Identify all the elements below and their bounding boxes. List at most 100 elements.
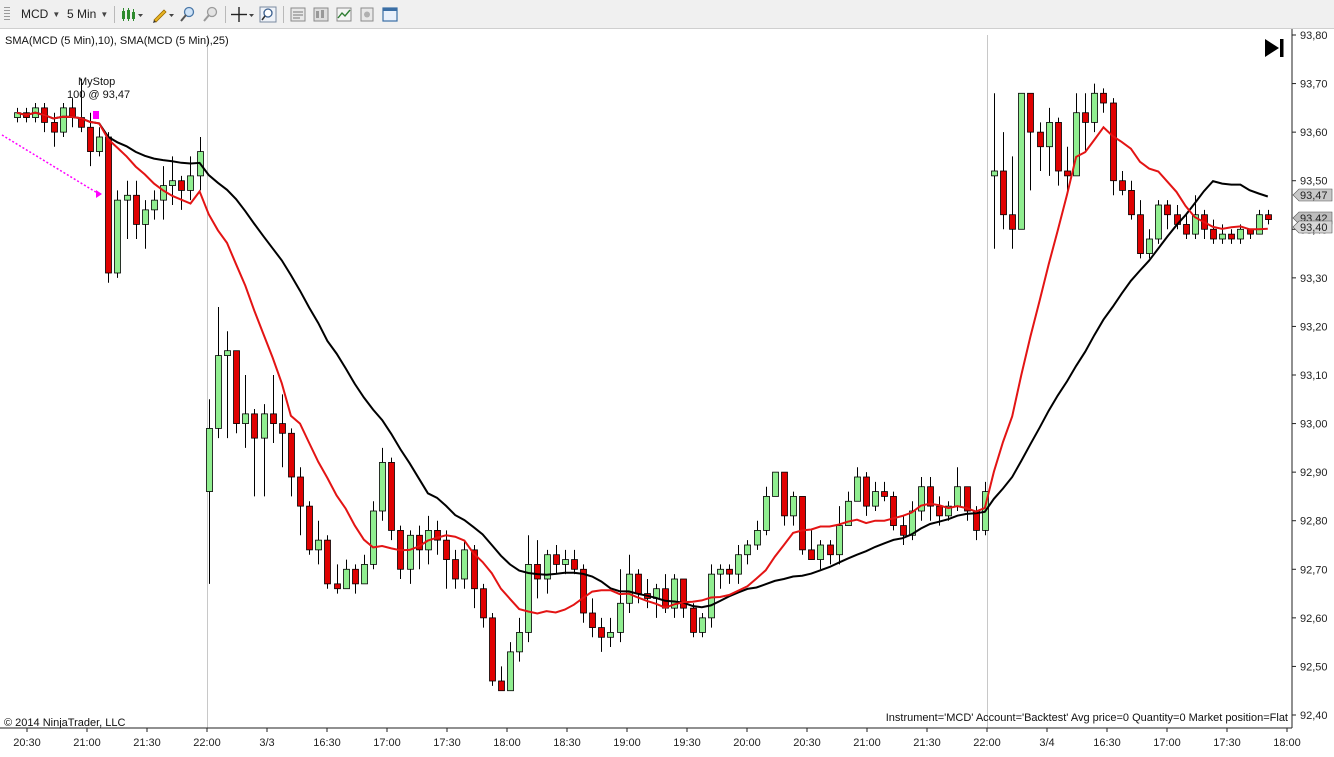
time-tick-label: 21:30 — [913, 737, 941, 749]
skip-to-end-button[interactable] — [1262, 37, 1286, 59]
time-tick-label: 17:00 — [1153, 737, 1181, 749]
candle-body — [516, 632, 523, 653]
magnifier-button[interactable] — [258, 5, 278, 24]
time-tick-label: 21:00 — [853, 737, 881, 749]
interval-label: 5 Min — [67, 7, 97, 21]
candle-body — [735, 554, 742, 575]
candle-body — [124, 194, 131, 201]
zoom-out-button[interactable] — [201, 5, 221, 24]
price-tick-label: 93,70 — [1300, 79, 1328, 91]
candle-body — [233, 350, 240, 424]
candle-body — [662, 588, 669, 609]
crosshair-button[interactable] — [230, 5, 256, 24]
candle-body — [799, 496, 806, 551]
candle — [105, 132, 112, 283]
candle-body — [114, 199, 121, 274]
window-linking-button[interactable] — [380, 5, 400, 24]
candle-body — [553, 554, 560, 565]
candle-body — [1137, 214, 1144, 254]
price-badge-label: 93,40 — [1300, 222, 1328, 234]
instrument-label: MCD — [21, 7, 49, 21]
candle-body — [1164, 204, 1171, 216]
price-tick-label: 92,70 — [1300, 564, 1328, 576]
candle-body — [51, 122, 58, 133]
price-tick-label: 93,60 — [1300, 127, 1328, 139]
chevron-down-icon: ▼ — [100, 10, 109, 19]
indicator-label: SMA(MCD (5 Min),10), SMA(MCD (5 Min),25) — [5, 35, 229, 47]
time-tick-label: 22:00 — [193, 737, 221, 749]
price-tick-label: 93,00 — [1300, 419, 1328, 431]
bar-type-button[interactable] — [119, 5, 145, 24]
magnifier-icon — [259, 6, 277, 23]
candle-body — [744, 544, 751, 556]
candle-body — [836, 525, 843, 556]
bar-type-icon — [122, 8, 143, 21]
time-tick-label: 18:00 — [1273, 737, 1301, 749]
candle-body — [991, 170, 998, 177]
zoom-in-button[interactable] — [178, 5, 198, 24]
candle-body — [1183, 224, 1190, 235]
candle — [890, 491, 897, 531]
candle — [114, 190, 121, 278]
candle-body — [1082, 112, 1089, 123]
candle-body — [525, 564, 532, 633]
candle-body — [315, 539, 322, 551]
price-chart[interactable]: 93,80 93,70 93,60 93,50 93,40 93,30 93,20 93,10… — [0, 29, 1334, 757]
toolbar-divider — [283, 6, 284, 23]
instrument-selector[interactable]: MCD ▼ — [21, 5, 60, 24]
price-tick-label: 93,30 — [1300, 273, 1328, 285]
candle-body — [936, 505, 943, 517]
candle-body — [1046, 122, 1053, 148]
status-text: Instrument='MCD' Account='Backtest' Avg … — [886, 712, 1288, 724]
candle-body — [60, 107, 67, 133]
data-box-icon — [313, 7, 329, 22]
candle — [60, 103, 67, 137]
toolbar-grip[interactable] — [4, 7, 10, 21]
time-tick-label: 21:30 — [133, 737, 161, 749]
indicators-button[interactable] — [334, 5, 354, 24]
candle-body — [1265, 214, 1272, 220]
candle — [799, 496, 806, 555]
strategies-button[interactable] — [357, 5, 377, 24]
candle-body — [1237, 228, 1244, 240]
candle-body — [872, 491, 879, 507]
candle — [1018, 92, 1025, 230]
candle-body — [215, 355, 222, 429]
candle-body — [854, 476, 861, 502]
candle-body — [763, 496, 770, 531]
data-box-button[interactable] — [311, 5, 331, 24]
time-tick-label: 17:00 — [373, 737, 401, 749]
properties-icon — [290, 7, 306, 22]
candle-body — [1219, 233, 1226, 240]
price-tick-label: 92,40 — [1300, 710, 1328, 722]
candle-body — [242, 413, 249, 424]
toolbar-divider — [114, 6, 115, 23]
chevron-down-icon: ▼ — [52, 10, 61, 19]
candle-body — [206, 428, 213, 492]
time-tick-label: 19:30 — [673, 737, 701, 749]
candle-body — [754, 530, 761, 546]
candle-body — [1000, 170, 1007, 216]
candle — [388, 457, 395, 541]
candle — [1155, 200, 1162, 244]
candle-body — [699, 617, 706, 633]
candle-body — [370, 510, 377, 565]
properties-button[interactable] — [288, 5, 308, 24]
zoom-in-icon — [180, 6, 195, 22]
time-tick-label: 3/4 — [1039, 737, 1054, 749]
candle-body — [690, 607, 697, 633]
price-tick-label: 92,80 — [1300, 516, 1328, 528]
candle-body — [562, 559, 569, 565]
candle — [370, 501, 377, 570]
candle-body — [1119, 180, 1126, 191]
interval-selector[interactable]: 5 Min ▼ — [67, 5, 108, 24]
candle-body — [352, 568, 359, 585]
candle-body — [626, 573, 633, 604]
candle-body — [224, 350, 231, 356]
candle-body — [461, 549, 468, 580]
time-tick-label: 16:30 — [313, 737, 341, 749]
toolbar-divider — [225, 6, 226, 23]
candle — [1110, 98, 1117, 196]
candle-body — [817, 544, 824, 560]
drawing-tools-button[interactable] — [150, 5, 176, 24]
